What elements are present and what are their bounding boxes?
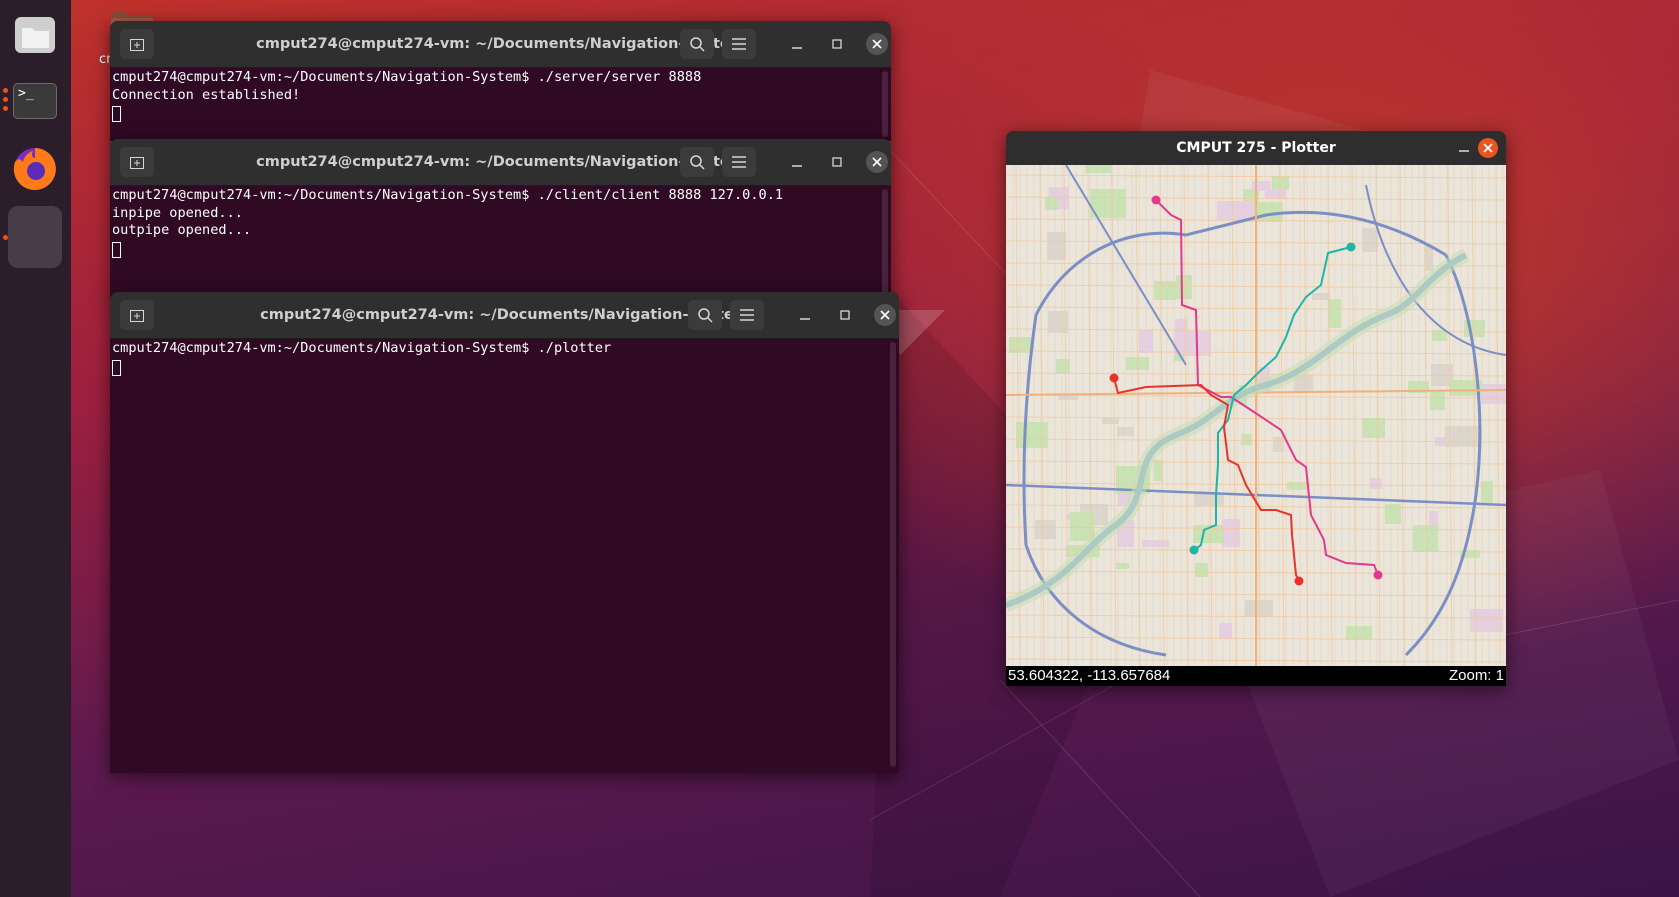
terminal-output[interactable]: cmput274@cmput274-vm:~/Documents/Navigat… bbox=[110, 185, 891, 299]
plotter-status-bar: 53.604322, -113.657684 Zoom: 1 bbox=[1006, 666, 1506, 686]
maximize-button[interactable] bbox=[827, 34, 847, 54]
plotter-title: CMPUT 275 - Plotter bbox=[1176, 140, 1336, 156]
search-icon bbox=[698, 308, 713, 323]
menu-button[interactable] bbox=[722, 147, 756, 177]
maximize-icon bbox=[832, 39, 842, 49]
plotter-headerbar: CMPUT 275 - Plotter bbox=[1006, 131, 1506, 165]
terminal-icon[interactable]: >_ bbox=[8, 74, 62, 128]
files-icon[interactable] bbox=[8, 8, 62, 62]
search-icon bbox=[690, 37, 705, 52]
minimize-button[interactable] bbox=[787, 34, 807, 54]
window-title: cmput274@cmput274-vm: ~/Documents/Naviga… bbox=[256, 36, 745, 52]
terminal-line: Connection established! bbox=[112, 86, 301, 103]
text-cursor bbox=[112, 106, 121, 122]
maximize-button[interactable] bbox=[835, 305, 855, 325]
firefox-icon[interactable] bbox=[8, 142, 62, 196]
scrollbar[interactable] bbox=[890, 342, 896, 767]
plotter-window[interactable]: CMPUT 275 - Plotter 53.604322, -113.6576… bbox=[1006, 131, 1506, 686]
close-button[interactable] bbox=[874, 304, 896, 326]
minimize-icon bbox=[800, 318, 810, 320]
minimize-icon bbox=[792, 165, 802, 167]
route-start-marker bbox=[1151, 195, 1161, 205]
terminal-output[interactable]: cmput274@cmput274-vm:~/Documents/Navigat… bbox=[110, 338, 899, 773]
route-end-marker bbox=[1294, 576, 1304, 586]
route-start-marker bbox=[1109, 373, 1119, 383]
scrollbar[interactable] bbox=[882, 189, 888, 295]
search-button[interactable] bbox=[680, 147, 714, 177]
menu-button[interactable] bbox=[722, 29, 756, 59]
terminal-line: cmput274@cmput274-vm:~/Documents/Navigat… bbox=[112, 187, 784, 203]
minimize-button[interactable] bbox=[787, 152, 807, 172]
search-icon bbox=[690, 155, 705, 170]
scrollbar[interactable] bbox=[882, 71, 888, 137]
text-cursor bbox=[112, 241, 121, 258]
close-icon bbox=[880, 310, 890, 320]
route-start-marker bbox=[1346, 242, 1356, 252]
terminal-output[interactable]: cmput274@cmput274-vm:~/Documents/Navigat… bbox=[110, 67, 891, 141]
maximize-icon bbox=[840, 310, 850, 320]
minimize-icon bbox=[1459, 150, 1469, 152]
zoom-level: Zoom: 1 bbox=[1448, 667, 1504, 684]
terminal-line: outpipe opened... bbox=[112, 222, 252, 238]
minimize-button[interactable] bbox=[795, 305, 815, 325]
window-title: cmput274@cmput274-vm: ~/Documents/Naviga… bbox=[256, 154, 745, 170]
dock: >_ bbox=[0, 0, 71, 897]
maximize-button[interactable] bbox=[827, 152, 847, 172]
route-end-marker bbox=[1189, 545, 1199, 555]
close-icon bbox=[1483, 143, 1493, 153]
search-button[interactable] bbox=[680, 29, 714, 59]
close-button[interactable] bbox=[866, 33, 888, 55]
headerbar: cmput274@cmput274-vm: ~/Documents/Naviga… bbox=[110, 21, 891, 68]
hamburger-icon bbox=[732, 38, 746, 50]
terminal-line: inpipe opened... bbox=[112, 204, 243, 221]
minimize-button[interactable] bbox=[1456, 140, 1472, 156]
hamburger-icon bbox=[732, 156, 746, 168]
plotter-app-icon[interactable] bbox=[8, 206, 62, 268]
terminal-window-client[interactable]: cmput274@cmput274-vm: ~/Documents/Naviga… bbox=[110, 139, 891, 299]
cursor-coordinates: 53.604322, -113.657684 bbox=[1008, 667, 1171, 684]
terminal-window-server[interactable]: cmput274@cmput274-vm: ~/Documents/Naviga… bbox=[110, 21, 891, 141]
headerbar: cmput274@cmput274-vm: ~/Documents/Naviga… bbox=[110, 139, 891, 186]
maximize-icon bbox=[832, 157, 842, 167]
terminal-line: cmput274@cmput274-vm:~/Documents/Navigat… bbox=[112, 69, 702, 85]
terminal-window-plotter[interactable]: cmput274@cmput274-vm: ~/Documents/Naviga… bbox=[110, 292, 899, 773]
headerbar: cmput274@cmput274-vm: ~/Documents/Naviga… bbox=[110, 292, 899, 339]
menu-button[interactable] bbox=[730, 300, 764, 330]
minimize-icon bbox=[792, 47, 802, 49]
text-cursor bbox=[112, 359, 121, 376]
close-icon bbox=[872, 157, 882, 167]
terminal-line: cmput274@cmput274-vm:~/Documents/Navigat… bbox=[112, 340, 612, 356]
close-button[interactable] bbox=[866, 151, 888, 173]
close-button[interactable] bbox=[1478, 138, 1498, 158]
search-button[interactable] bbox=[688, 300, 722, 330]
map-canvas[interactable] bbox=[1006, 165, 1506, 666]
window-title: cmput274@cmput274-vm: ~/Documents/Naviga… bbox=[260, 307, 749, 323]
close-icon bbox=[872, 39, 882, 49]
hamburger-icon bbox=[740, 309, 754, 321]
route-end-marker bbox=[1373, 570, 1383, 580]
